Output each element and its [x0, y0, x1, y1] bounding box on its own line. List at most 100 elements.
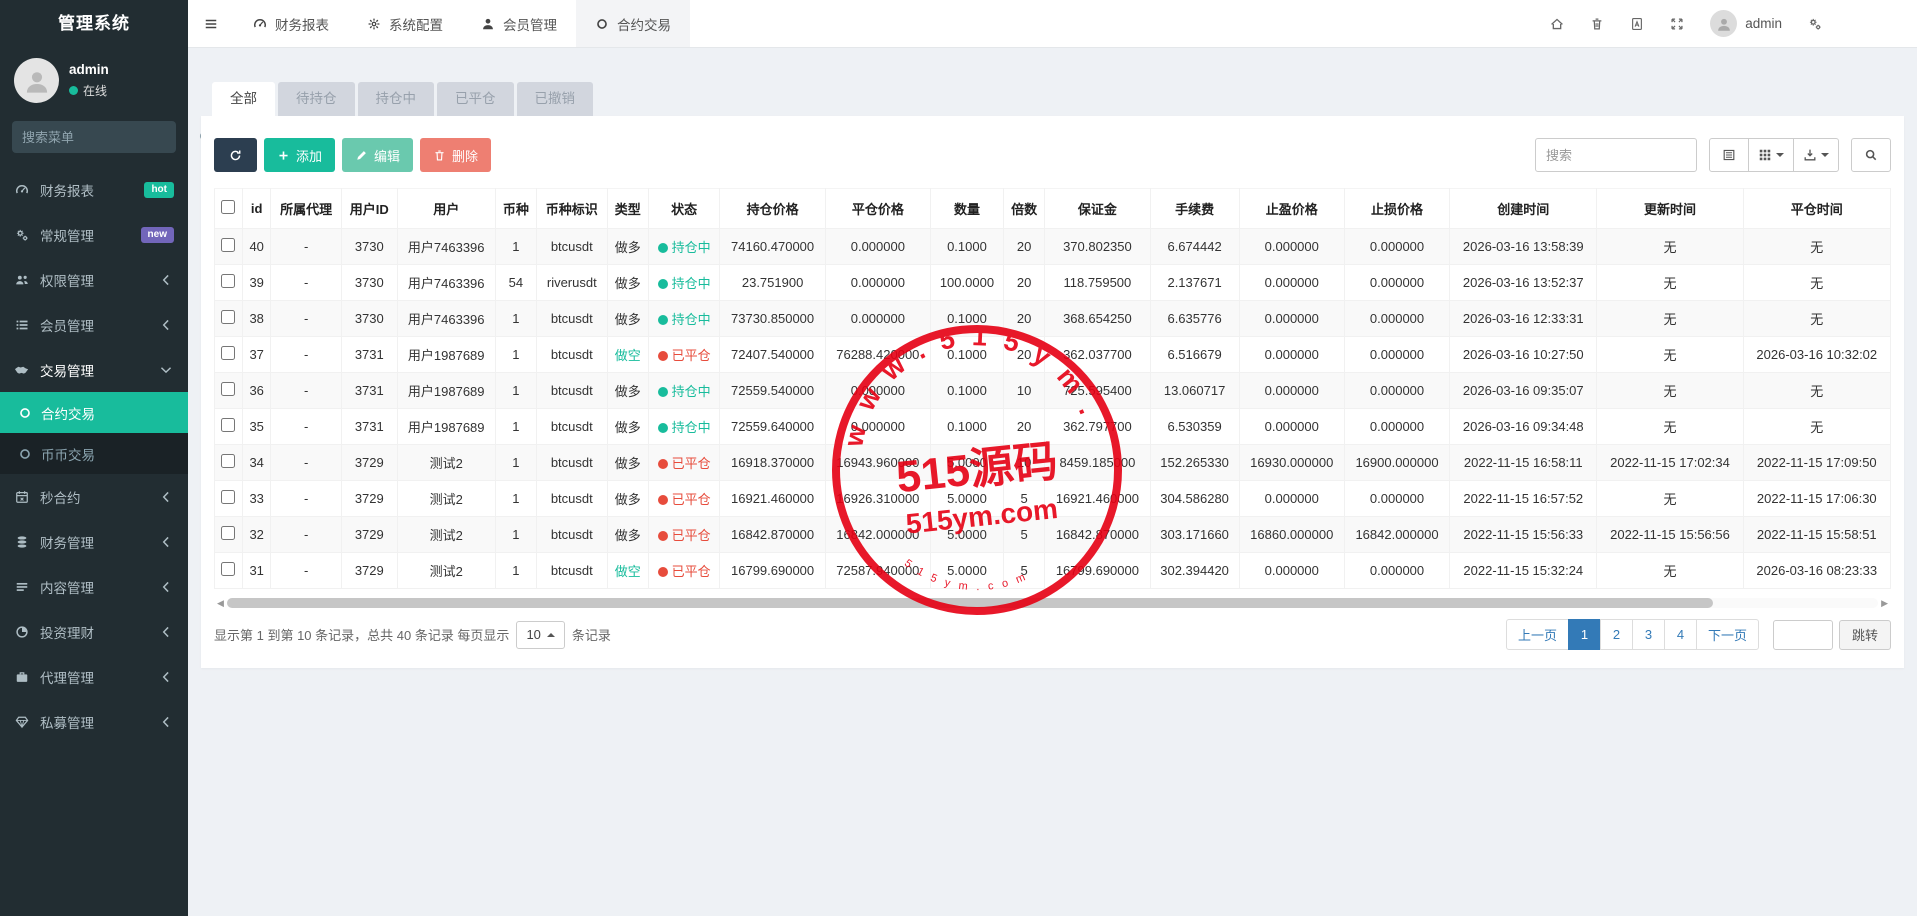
- sidebar-item-内容管理[interactable]: 内容管理: [0, 564, 188, 609]
- sidebar-subitem-合约交易[interactable]: 合约交易: [0, 392, 188, 433]
- export-button[interactable]: [1793, 138, 1839, 172]
- row-checkbox[interactable]: [221, 346, 235, 360]
- page-button-4[interactable]: 4: [1664, 619, 1697, 650]
- filter-tab-全部[interactable]: 全部: [212, 82, 275, 116]
- detail-view-button[interactable]: [1709, 138, 1749, 172]
- cell-类型: 做多: [607, 265, 648, 301]
- row-checkbox[interactable]: [221, 562, 235, 576]
- sidebar-item-label: 常规管理: [40, 225, 94, 245]
- page-button-3[interactable]: 3: [1632, 619, 1665, 650]
- sidebar-item-私募管理[interactable]: 私募管理: [0, 699, 188, 744]
- column-header: 持仓价格: [720, 189, 825, 229]
- table-row: 34-3729测试21btcusdt做多已平仓16918.37000016943…: [215, 445, 1891, 481]
- cell-平仓价格: 16943.960000: [825, 445, 930, 481]
- prev-page-button[interactable]: 上一页: [1506, 619, 1569, 650]
- gauge-icon: [253, 17, 267, 31]
- cell-id: 39: [242, 265, 270, 301]
- scroll-right-arrow[interactable]: ▶: [1878, 599, 1891, 608]
- search-button[interactable]: [1851, 138, 1891, 172]
- expand-button[interactable]: [1670, 17, 1684, 31]
- home-button[interactable]: [1550, 17, 1564, 31]
- page-button-2[interactable]: 2: [1600, 619, 1633, 650]
- calendar-icon: [14, 490, 30, 504]
- jump-page-input[interactable]: [1773, 620, 1833, 650]
- filter-tab-已撤销[interactable]: 已撤销: [517, 82, 594, 116]
- cell-币种: 1: [495, 337, 536, 373]
- nav-tab-系统配置[interactable]: 系统配置: [348, 0, 462, 47]
- row-checkbox[interactable]: [221, 526, 235, 540]
- sidebar-item-会员管理[interactable]: 会员管理: [0, 302, 188, 347]
- sidebar-item-label: 投资理财: [40, 622, 94, 642]
- scrollbar-thumb[interactable]: [227, 598, 1713, 608]
- cell-所属代理: -: [271, 337, 341, 373]
- sidebar-item-交易管理[interactable]: 交易管理: [0, 347, 188, 392]
- filter-tab-持仓中[interactable]: 持仓中: [358, 82, 435, 116]
- cell-币种标识: btcusdt: [537, 517, 607, 553]
- sidebar-item-label: 权限管理: [40, 270, 94, 290]
- row-checkbox[interactable]: [221, 418, 235, 432]
- select-all-checkbox[interactable]: [221, 200, 235, 214]
- navbar-user-menu[interactable]: admin: [1710, 10, 1782, 37]
- cell-用户ID: 3729: [341, 481, 397, 517]
- jump-button[interactable]: 跳转: [1839, 620, 1891, 650]
- main-area: 财务报表系统配置会员管理合约交易 admin 全部待持仓持仓中已平仓已撤销 添加…: [188, 0, 1917, 916]
- sidebar-item-财务报表[interactable]: 财务报表hot: [0, 167, 188, 212]
- cell-id: 36: [242, 373, 270, 409]
- sidebar-item-权限管理[interactable]: 权限管理: [0, 257, 188, 302]
- filter-tab-已平仓[interactable]: 已平仓: [437, 82, 514, 116]
- cell-止盈价格: 16860.000000: [1239, 517, 1344, 553]
- cell-创建时间: 2022-11-15 16:58:11: [1450, 445, 1597, 481]
- delete-button[interactable]: 删除: [420, 138, 491, 172]
- row-checkbox[interactable]: [221, 310, 235, 324]
- row-checkbox[interactable]: [221, 454, 235, 468]
- column-header: 用户ID: [341, 189, 397, 229]
- nav-tab-合约交易[interactable]: 合约交易: [576, 0, 690, 47]
- briefcase-icon: [14, 670, 30, 684]
- row-checkbox[interactable]: [221, 382, 235, 396]
- status-dot-icon: [658, 243, 668, 253]
- row-checkbox[interactable]: [221, 274, 235, 288]
- edit-button[interactable]: 编辑: [342, 138, 413, 172]
- page-size-select[interactable]: 10: [516, 621, 564, 649]
- cell-倍数: 20: [1003, 337, 1044, 373]
- cell-手续费: 6.635776: [1150, 301, 1239, 337]
- scroll-left-arrow[interactable]: ◀: [214, 599, 227, 608]
- cell-所属代理: -: [271, 301, 341, 337]
- database-icon: [14, 535, 30, 549]
- row-checkbox[interactable]: [221, 238, 235, 252]
- sidebar: 管理系统 admin 在线 财务报表hot常规管理new权限管理会员管理交易管理…: [0, 0, 188, 916]
- filter-tab-待持仓[interactable]: 待持仓: [278, 82, 355, 116]
- status-dot-icon: [658, 279, 668, 289]
- next-page-button[interactable]: 下一页: [1696, 619, 1759, 650]
- cell-止盈价格: 16930.000000: [1239, 445, 1344, 481]
- sidebar-item-财务管理[interactable]: 财务管理: [0, 519, 188, 564]
- sidebar-search-input[interactable]: [22, 130, 198, 145]
- trash-button[interactable]: [1590, 17, 1604, 31]
- row-checkbox[interactable]: [221, 490, 235, 504]
- sidebar-item-投资理财[interactable]: 投资理财: [0, 609, 188, 654]
- cell-数量: 5.0000: [930, 445, 1003, 481]
- sidebar-item-代理管理[interactable]: 代理管理: [0, 654, 188, 699]
- language-button[interactable]: [1630, 17, 1644, 31]
- cell-用户ID: 3731: [341, 337, 397, 373]
- page-button-1[interactable]: 1: [1568, 619, 1601, 650]
- cell-币种: 1: [495, 481, 536, 517]
- chevron-down-icon: [158, 363, 174, 377]
- status-dot-icon: [658, 351, 668, 361]
- cell-平仓价格: 16926.310000: [825, 481, 930, 517]
- nav-tab-财务报表[interactable]: 财务报表: [234, 0, 348, 47]
- sidebar-item-秒合约[interactable]: 秒合约: [0, 474, 188, 519]
- columns-button[interactable]: [1748, 138, 1794, 172]
- refresh-button[interactable]: [214, 138, 257, 172]
- settings-button[interactable]: [1808, 17, 1822, 31]
- cell-保证金: 368.654250: [1045, 301, 1150, 337]
- table-wrap: id所属代理用户ID用户币种币种标识类型状态持仓价格平仓价格数量倍数保证金手续费…: [214, 188, 1891, 589]
- handshake-icon: [14, 363, 30, 377]
- sidebar-item-常规管理[interactable]: 常规管理new: [0, 212, 188, 257]
- add-button[interactable]: 添加: [264, 138, 335, 172]
- table-search-input[interactable]: [1535, 138, 1697, 172]
- sidebar-subitem-币币交易[interactable]: 币币交易: [0, 433, 188, 474]
- nav-tab-会员管理[interactable]: 会员管理: [462, 0, 576, 47]
- table-row: 39-3730用户746339654riverusdt做多持仓中23.75190…: [215, 265, 1891, 301]
- hamburger-icon[interactable]: [188, 0, 234, 47]
